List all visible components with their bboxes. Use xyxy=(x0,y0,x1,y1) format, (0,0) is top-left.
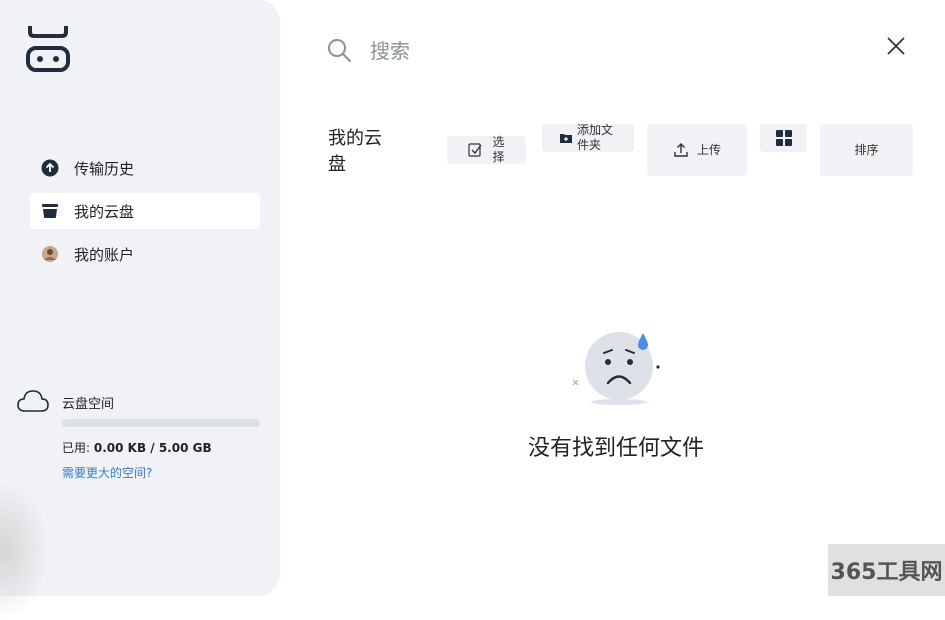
grid-view-icon xyxy=(775,130,792,146)
page-title: 我的云盘 xyxy=(328,128,382,175)
sidebar-item-label: 我的云盘 xyxy=(74,202,135,221)
sidebar: 传输历史 我的云盘 我的账户 云盘空间 已用: 0.00 KB / 5.00 G… xyxy=(0,0,280,620)
usage-prefix: 已用: xyxy=(62,441,94,455)
watermark: 365工具网 xyxy=(828,544,945,596)
upload-button[interactable]: 上传 xyxy=(647,124,747,176)
checkbox-icon xyxy=(467,143,482,157)
close-icon[interactable] xyxy=(884,34,908,58)
sidebar-item-my-drive[interactable]: 我的云盘 xyxy=(30,193,260,229)
select-button[interactable]: 选择 xyxy=(447,135,526,164)
storage-title: 云盘空间 xyxy=(62,397,115,412)
select-label: 选择 xyxy=(492,135,505,164)
decorative-blur xyxy=(0,480,50,620)
add-folder-label: 添加文件夹 xyxy=(577,123,614,152)
drive-stack-icon xyxy=(40,201,60,221)
search-icon xyxy=(328,39,352,63)
sidebar-item-label: 我的账户 xyxy=(74,245,135,264)
search-input[interactable] xyxy=(368,34,852,68)
avatar-icon xyxy=(40,244,60,264)
sort-button[interactable]: 排序 xyxy=(820,124,913,176)
storage-usage: 已用: 0.00 KB / 5.00 GB xyxy=(62,439,212,456)
sidebar-item-label: 传输历史 xyxy=(74,159,135,178)
empty-state-message: 没有找到任何文件 xyxy=(527,436,704,461)
more-space-link[interactable]: 需要更大的空间? xyxy=(62,464,152,481)
upload-label: 上传 xyxy=(696,142,721,157)
cloud-icon xyxy=(17,390,49,412)
sad-face-icon xyxy=(572,332,660,405)
sort-label: 排序 xyxy=(854,142,879,157)
storage-progress-bar xyxy=(62,419,260,427)
upload-circle-icon xyxy=(40,158,60,178)
app-logo-icon xyxy=(26,26,70,72)
sidebar-nav: 传输历史 我的云盘 我的账户 xyxy=(30,150,260,279)
upload-icon xyxy=(674,143,688,157)
sidebar-item-transfer-history[interactable]: 传输历史 xyxy=(30,150,260,186)
grid-view-button[interactable] xyxy=(760,124,807,152)
sidebar-item-my-account[interactable]: 我的账户 xyxy=(30,236,260,272)
usage-value: 0.00 KB / 5.00 GB xyxy=(93,441,212,455)
folder-plus-icon xyxy=(560,134,572,143)
add-folder-button[interactable]: 添加文件夹 xyxy=(542,123,634,152)
